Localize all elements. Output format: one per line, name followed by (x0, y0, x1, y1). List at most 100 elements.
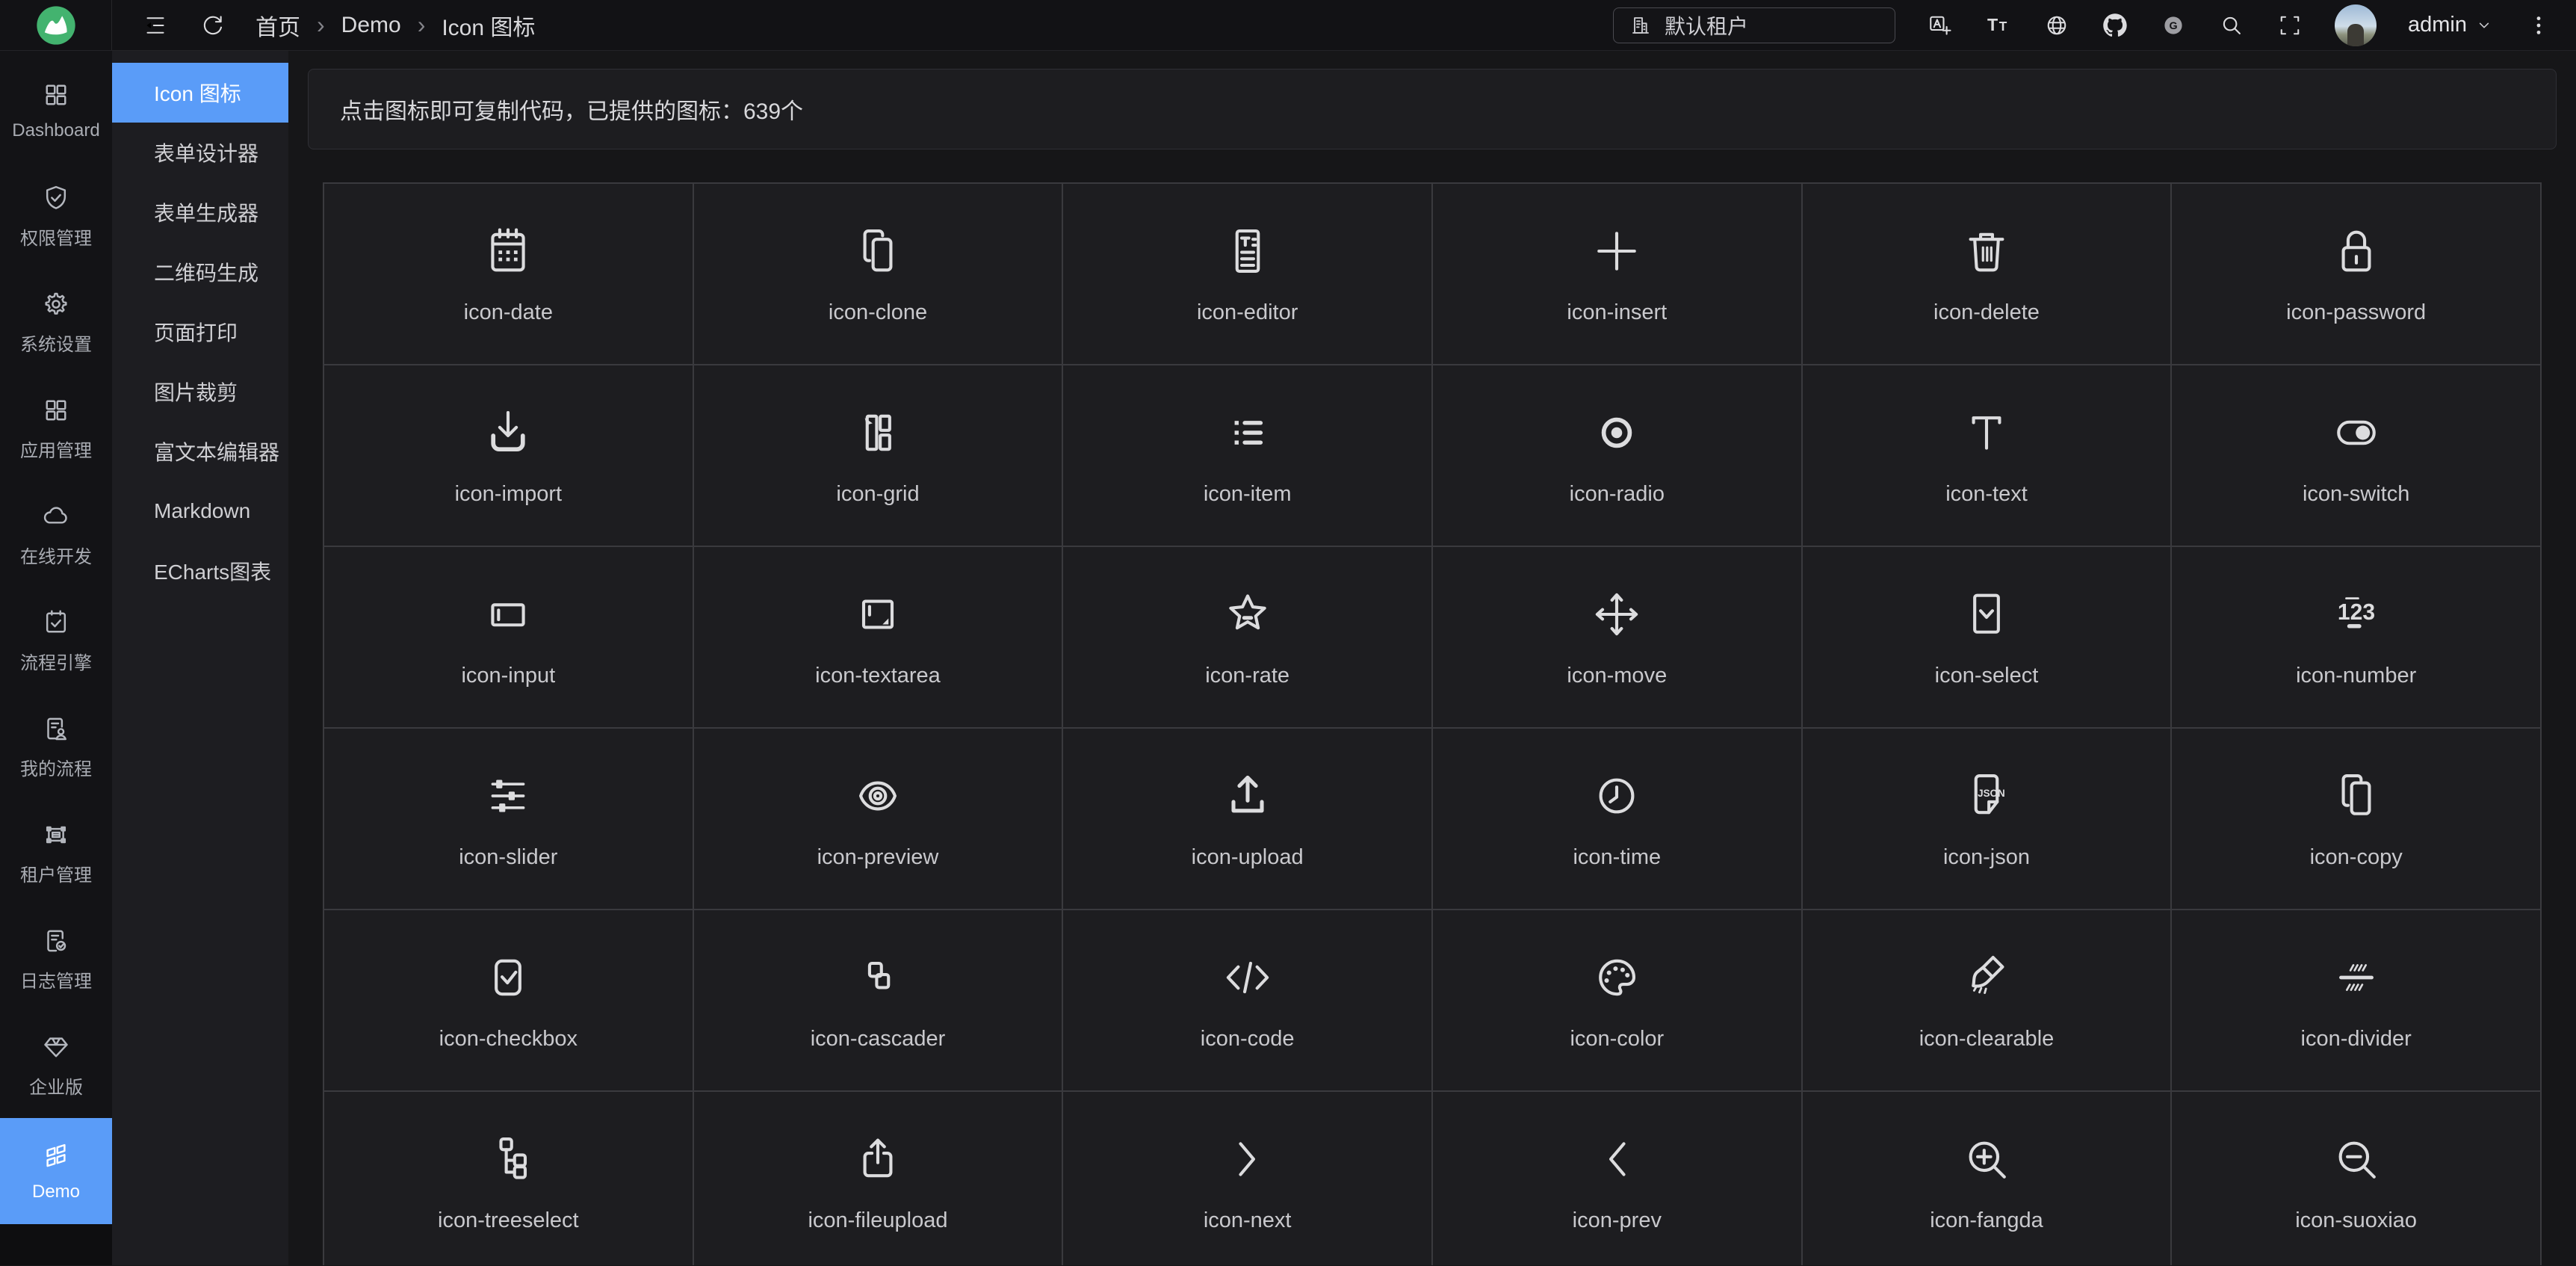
icon-cell-icon-rate[interactable]: icon-rate (1063, 547, 1433, 729)
clearable-icon (1958, 949, 2015, 1006)
icon-cell-icon-prev[interactable]: icon-prev (1433, 1092, 1803, 1265)
submenu-item[interactable]: 图片裁剪 (112, 362, 288, 422)
fullscreen-icon[interactable] (2276, 12, 2303, 39)
icon-cell-label: icon-select (1935, 664, 2039, 688)
user-menu[interactable]: admin (2408, 13, 2494, 37)
icon-cell-icon-clearable[interactable]: icon-clearable (1803, 910, 2173, 1092)
icon-cell-icon-divider[interactable]: icon-divider (2172, 910, 2542, 1092)
sidebar-item-权限管理[interactable]: 权限管理 (0, 163, 112, 269)
icon-cell-icon-preview[interactable]: icon-preview (694, 729, 1064, 910)
app-logo[interactable] (0, 0, 112, 50)
submenu-item[interactable]: 富文本编辑器 (112, 422, 288, 481)
icon-cell-icon-suoxiao[interactable]: icon-suoxiao (2172, 1092, 2542, 1265)
submenu-item[interactable]: 二维码生成 (112, 242, 288, 302)
icon-cell-icon-fileupload[interactable]: icon-fileupload (694, 1092, 1064, 1265)
icon-cell-icon-radio[interactable]: icon-radio (1433, 365, 1803, 547)
github-icon[interactable] (2102, 12, 2128, 39)
font-size-icon[interactable]: TT (1985, 12, 2012, 39)
icon-cell-icon-copy[interactable]: icon-copy (2172, 729, 2542, 910)
kebab-menu-icon[interactable] (2525, 12, 2552, 39)
breadcrumb-item[interactable]: 首页 (256, 9, 300, 42)
icon-cell-icon-number[interactable]: 123icon-number (2172, 547, 2542, 729)
icon-cell-icon-time[interactable]: icon-time (1433, 729, 1803, 910)
sidebar-item-租户管理[interactable]: 租户管理 (0, 800, 112, 906)
icon-cell-icon-upload[interactable]: icon-upload (1063, 729, 1433, 910)
kebab-menu-icon-glyph (2525, 12, 2552, 39)
number-icon: 123 (2328, 586, 2385, 643)
primary-sidebar: Dashboard权限管理系统设置应用管理在线开发流程引擎我的流程租户管理日志管… (0, 51, 112, 1265)
icon-cell-icon-fangda[interactable]: icon-fangda (1803, 1092, 2173, 1265)
icon-cell-icon-slider[interactable]: icon-slider (324, 729, 694, 910)
icon-cell-icon-color[interactable]: icon-color (1433, 910, 1803, 1092)
font-size-icon-glyph: TT (1985, 12, 2012, 39)
icon-cell-icon-delete[interactable]: icon-delete (1803, 184, 2173, 365)
sidebar-item-label: 我的流程 (20, 754, 92, 780)
icon-cell-icon-checkbox[interactable]: icon-checkbox (324, 910, 694, 1092)
icon-cell-icon-code[interactable]: icon-code (1063, 910, 1433, 1092)
icon-cell-label: icon-password (2286, 300, 2426, 325)
icon-cell-icon-input[interactable]: icon-input (324, 547, 694, 729)
icon-cell-icon-select[interactable]: icon-select (1803, 547, 2173, 729)
gitee-icon[interactable]: G (2160, 12, 2187, 39)
tenant-select[interactable]: 默认租户 (1613, 7, 1895, 43)
code-icon (1219, 949, 1276, 1006)
icon-cell-icon-grid[interactable]: icon-grid (694, 365, 1064, 547)
user-avatar[interactable] (2335, 4, 2377, 46)
refresh-icon[interactable] (199, 12, 226, 39)
sidebar-item-在线开发[interactable]: 在线开发 (0, 481, 112, 587)
icon-cell-label: icon-textarea (815, 664, 941, 688)
icon-cell-label: icon-json (1943, 845, 2030, 870)
globe-icon[interactable] (2043, 12, 2070, 39)
svg-text:JSON: JSON (1978, 788, 2005, 799)
sidebar-item-应用管理[interactable]: 应用管理 (0, 375, 112, 481)
icon-cell-icon-next[interactable]: icon-next (1063, 1092, 1433, 1265)
breadcrumb-item[interactable]: Demo (341, 13, 401, 38)
sidebar-item-系统设置[interactable]: 系统设置 (0, 269, 112, 375)
icon-cell-icon-text[interactable]: icon-text (1803, 365, 2173, 547)
sidebar-item-dashboard[interactable]: Dashboard (0, 57, 112, 163)
translate-icon[interactable] (1927, 12, 1954, 39)
icon-cell-label: icon-treeselect (438, 1208, 579, 1233)
icon-cell-icon-textarea[interactable]: icon-textarea (694, 547, 1064, 729)
sidebar-item-企业版[interactable]: 企业版 (0, 1012, 112, 1118)
icon-cell-icon-password[interactable]: icon-password (2172, 184, 2542, 365)
icon-cell-icon-switch[interactable]: icon-switch (2172, 365, 2542, 547)
sidebar-item-我的流程[interactable]: 我的流程 (0, 694, 112, 800)
icon-cell-label: icon-time (1573, 845, 1661, 870)
icon-cell-icon-date[interactable]: icon-date (324, 184, 694, 365)
icon-cell-icon-import[interactable]: icon-import (324, 365, 694, 547)
submenu-item[interactable]: ECharts图表 (112, 541, 288, 601)
submenu-item[interactable]: 页面打印 (112, 302, 288, 362)
sidebar-item-流程引擎[interactable]: 流程引擎 (0, 587, 112, 694)
icon-cell-icon-clone[interactable]: icon-clone (694, 184, 1064, 365)
tip-text: 点击图标即可复制代码，已提供的图标：639个 (340, 93, 803, 126)
sidebar-item-demo[interactable]: Demo (0, 1118, 112, 1224)
user-name: admin (2408, 13, 2467, 37)
grid-icon (849, 404, 906, 461)
icon-cell-icon-item[interactable]: icon-item (1063, 365, 1433, 547)
submenu-item[interactable]: 表单生成器 (112, 182, 288, 242)
breadcrumb-item[interactable]: Icon 图标 (442, 9, 535, 42)
icon-cell-label: icon-import (455, 482, 562, 507)
main-content: 点击图标即可复制代码，已提供的图标：639个 icon-dateicon-clo… (288, 51, 2576, 1265)
sidebar-item-日志管理[interactable]: 日志管理 (0, 906, 112, 1012)
shield-check-icon (40, 182, 72, 214)
item-icon (1219, 404, 1276, 461)
search-icon[interactable] (2218, 12, 2245, 39)
sidebar-item-label: 在线开发 (20, 542, 92, 568)
submenu-item[interactable]: 表单设计器 (112, 123, 288, 182)
icon-cell-icon-insert[interactable]: icon-insert (1433, 184, 1803, 365)
icon-cell-icon-treeselect[interactable]: icon-treeselect (324, 1092, 694, 1265)
submenu-item[interactable]: Icon 图标 (112, 63, 288, 123)
radio-icon (1588, 404, 1645, 461)
treeselect-icon (480, 1131, 536, 1188)
icon-cell-icon-json[interactable]: JSON icon-json (1803, 729, 2173, 910)
icon-cell-icon-move[interactable]: icon-move (1433, 547, 1803, 729)
submenu-item[interactable]: Markdown (112, 481, 288, 541)
json-icon: JSON (1958, 768, 2015, 824)
icon-cell-icon-cascader[interactable]: icon-cascader (694, 910, 1064, 1092)
icon-cell-label: icon-input (461, 664, 555, 688)
building-icon (1629, 13, 1653, 37)
collapse-menu-icon[interactable] (142, 12, 169, 39)
icon-cell-icon-editor[interactable]: icon-editor (1063, 184, 1433, 365)
